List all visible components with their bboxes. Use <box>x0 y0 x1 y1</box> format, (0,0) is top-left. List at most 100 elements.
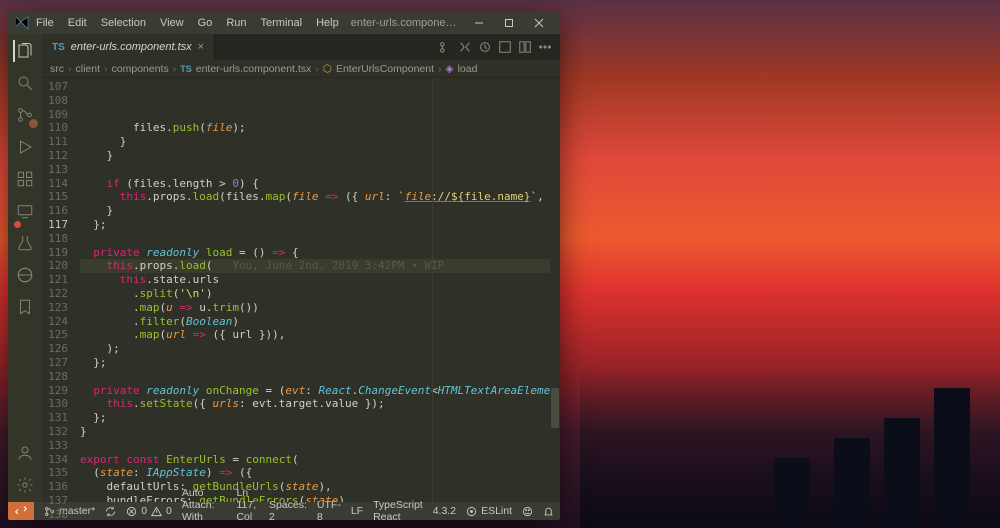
explorer-icon[interactable] <box>13 40 35 62</box>
run-file-icon[interactable] <box>498 40 512 54</box>
code-line[interactable]: this.state.urls <box>80 273 550 287</box>
menu-go[interactable]: Go <box>192 17 219 29</box>
feedback-icon[interactable] <box>522 506 533 517</box>
minimize-button[interactable] <box>464 12 494 34</box>
extensions-icon[interactable] <box>14 168 36 190</box>
maximize-button[interactable] <box>494 12 524 34</box>
crumb-class[interactable]: EnterUrlsComponent <box>336 63 434 75</box>
language-mode-status[interactable]: TypeScript React <box>373 499 423 520</box>
warning-count: 0 <box>166 505 172 517</box>
menu-view[interactable]: View <box>154 17 190 29</box>
notifications-icon[interactable] <box>543 506 554 517</box>
code-line[interactable]: }; <box>80 411 550 425</box>
code-line[interactable]: export const EnterUrls = connect( <box>80 453 550 467</box>
code-line[interactable]: ); <box>80 342 550 356</box>
ts-version-status[interactable]: 4.3.2 <box>433 505 456 517</box>
code-line[interactable] <box>80 370 550 384</box>
tab-bar: TS enter-urls.component.tsx × <box>42 34 560 60</box>
code-line[interactable] <box>80 232 550 246</box>
app-icon <box>14 15 30 31</box>
window-title: enter-urls.component.tsx - webpack-bundl… <box>345 17 464 29</box>
close-button[interactable] <box>524 12 554 34</box>
menu-terminal[interactable]: Terminal <box>255 17 309 29</box>
code-line[interactable]: this.setState({ urls: evt.target.value }… <box>80 397 550 411</box>
remote-icon[interactable] <box>14 200 36 222</box>
run-debug-icon[interactable] <box>14 136 36 158</box>
menu-run[interactable]: Run <box>220 17 252 29</box>
tab-enter-urls[interactable]: TS enter-urls.component.tsx × <box>42 34 215 60</box>
status-bar: master* 0 0 Auto Attach: With Flag Ln 11… <box>8 502 560 520</box>
indentation-status[interactable]: Spaces: 2 <box>269 499 307 520</box>
code-line[interactable]: private readonly load = () => { <box>80 246 550 260</box>
breadcrumb[interactable]: src› client› components› TS enter-urls.c… <box>42 60 560 78</box>
encoding-status[interactable]: UTF-8 <box>317 499 341 520</box>
menu-edit[interactable]: Edit <box>62 17 93 29</box>
code-line[interactable]: .map(u => u.trim()) <box>80 301 550 315</box>
bookmark-icon[interactable] <box>14 296 36 318</box>
search-icon[interactable] <box>14 72 36 94</box>
split-editor-icon[interactable] <box>518 40 532 54</box>
problems-status[interactable]: 0 0 <box>126 505 172 517</box>
code-line[interactable]: if (files.length > 0) { <box>80 177 550 191</box>
open-changes-icon[interactable] <box>478 40 492 54</box>
code-line[interactable] <box>80 439 550 453</box>
code-line[interactable]: .filter(Boolean) <box>80 315 550 329</box>
code-line[interactable] <box>80 163 550 177</box>
tab-label: enter-urls.component.tsx <box>71 41 192 53</box>
code-line[interactable]: (state: IAppState) => ({ <box>80 466 550 480</box>
code-content[interactable]: files.push(file); } } if (files.length >… <box>76 78 550 502</box>
code-line[interactable]: } <box>80 204 550 218</box>
code-line[interactable]: .split('\n') <box>80 287 550 301</box>
test-icon[interactable] <box>14 232 36 254</box>
more-actions-icon[interactable] <box>538 40 552 54</box>
code-line[interactable]: .map(url => ({ url })), <box>80 328 550 342</box>
titlebar: File Edit Selection View Go Run Terminal… <box>8 12 560 34</box>
code-line[interactable]: defaultUrls: getBundleUrls(state), <box>80 480 550 494</box>
eol-status[interactable]: LF <box>351 505 363 517</box>
code-line[interactable]: this.props.load( You, June 2nd, 2019 3:4… <box>80 259 550 273</box>
source-control-icon[interactable] <box>14 104 36 126</box>
menu-selection[interactable]: Selection <box>95 17 152 29</box>
menu-bar: File Edit Selection View Go Run Terminal… <box>30 17 345 29</box>
menu-help[interactable]: Help <box>310 17 345 29</box>
crumb-client[interactable]: client <box>76 63 101 75</box>
references-icon[interactable] <box>14 264 36 286</box>
code-line[interactable]: bundleErrors: getBundleErrors(state), <box>80 494 550 502</box>
typescript-react-icon: TS <box>52 42 65 53</box>
code-line[interactable]: files.push(file); <box>80 121 550 135</box>
line-number-gutter: 1071081091101111121131141151161171181191… <box>42 78 76 502</box>
remote-indicator[interactable] <box>8 502 34 520</box>
code-line[interactable]: } <box>80 135 550 149</box>
account-icon[interactable] <box>14 442 36 464</box>
sync-status[interactable] <box>105 506 116 517</box>
tab-close-icon[interactable]: × <box>198 41 204 53</box>
compare-changes-icon[interactable] <box>458 40 472 54</box>
editor-area[interactable]: 1071081091101111121131141151161171181191… <box>42 78 560 502</box>
gitlens-toggle-icon[interactable] <box>438 40 452 54</box>
method-icon: ◈ <box>446 63 454 75</box>
eslint-label: ESLint <box>481 505 512 517</box>
eslint-status[interactable]: ESLint <box>466 505 512 517</box>
code-line[interactable]: }; <box>80 218 550 232</box>
code-line[interactable]: } <box>80 149 550 163</box>
menu-file[interactable]: File <box>30 17 60 29</box>
crumb-method[interactable]: load <box>458 63 478 75</box>
crumb-file[interactable]: enter-urls.component.tsx <box>196 63 312 75</box>
vscode-window: File Edit Selection View Go Run Terminal… <box>8 12 560 520</box>
error-count: 0 <box>141 505 147 517</box>
scrollbar-thumb[interactable] <box>551 388 559 428</box>
window-controls <box>464 12 554 34</box>
ruler-line <box>432 78 433 502</box>
class-icon: ⬡ <box>323 63 332 75</box>
code-line[interactable]: this.props.load(files.map(file => ({ url… <box>80 190 550 204</box>
settings-gear-icon[interactable] <box>14 474 36 496</box>
typescript-react-icon: TS <box>180 64 192 74</box>
editor-actions <box>438 34 560 60</box>
activity-bar <box>8 34 42 502</box>
code-line[interactable]: } <box>80 425 550 439</box>
code-line[interactable]: private readonly onChange = (evt: React.… <box>80 384 550 398</box>
code-line[interactable]: }; <box>80 356 550 370</box>
crumb-src[interactable]: src <box>50 63 64 75</box>
crumb-components[interactable]: components <box>112 63 169 75</box>
vertical-scrollbar[interactable] <box>550 78 560 502</box>
